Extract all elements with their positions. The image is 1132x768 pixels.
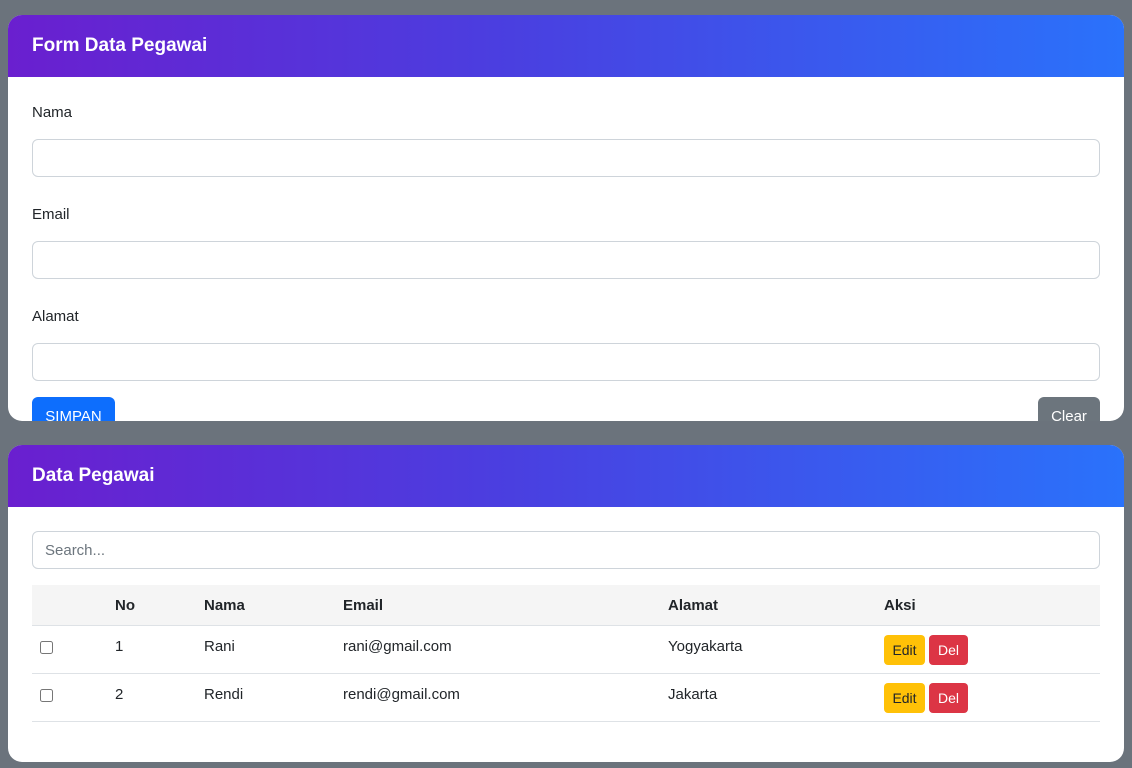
edit-button[interactable]: Edit — [884, 682, 925, 713]
alamat-input[interactable] — [32, 343, 1100, 381]
delete-button[interactable]: Del — [929, 634, 968, 665]
alamat-cell: Yogyakarta — [660, 625, 876, 674]
actions-cell: Edit Del — [876, 625, 1100, 674]
table-row: 2 Rendi rendi@gmail.com Jakarta Edit Del — [32, 673, 1100, 722]
form-card-body: Nama Email Alamat SIMPAN Clear — [8, 103, 1124, 421]
nama-value: Rani — [204, 638, 235, 655]
no-cell: 1 — [107, 625, 196, 674]
alamat-value: Jakarta — [668, 686, 718, 703]
alamat-label: Alamat — [32, 308, 79, 325]
delete-button[interactable]: Del — [929, 682, 968, 713]
edit-button[interactable]: Edit — [884, 634, 925, 665]
row-checkbox[interactable] — [40, 640, 53, 654]
list-card-title: Data Pegawai — [8, 445, 1124, 507]
clear-button[interactable]: Clear — [1038, 397, 1100, 421]
employee-list-card: Data Pegawai No Nama Email Alamat Aksi 1… — [8, 445, 1124, 762]
column-header-alamat: Alamat — [660, 585, 876, 626]
column-header-aksi: Aksi — [876, 585, 1100, 626]
email-cell: rani@gmail.com — [335, 625, 660, 674]
table-header-row: No Nama Email Alamat Aksi — [32, 585, 1100, 626]
no-value: 2 — [115, 686, 124, 703]
alamat-cell: Jakarta — [660, 673, 876, 722]
email-value: rendi@gmail.com — [343, 686, 460, 703]
nama-cell: Rani — [196, 625, 335, 674]
nama-label: Nama — [32, 104, 73, 121]
nama-input[interactable] — [32, 139, 1100, 177]
row-checkbox[interactable] — [40, 688, 53, 702]
save-button[interactable]: SIMPAN — [32, 397, 115, 421]
nama-value: Rendi — [204, 686, 244, 703]
employee-form-card: Form Data Pegawai Nama Email Alamat SIMP… — [8, 15, 1124, 421]
list-card-body: No Nama Email Alamat Aksi 1 Rani rani@gm… — [8, 531, 1124, 722]
form-actions: SIMPAN Clear — [32, 397, 1100, 421]
email-cell: rendi@gmail.com — [335, 673, 660, 722]
column-header-no: No — [107, 585, 196, 626]
alamat-value: Yogyakarta — [668, 638, 743, 655]
row-select-cell — [32, 625, 107, 674]
email-label: Email — [32, 206, 70, 223]
form-card-title: Form Data Pegawai — [8, 15, 1124, 77]
email-value: rani@gmail.com — [343, 638, 452, 655]
search-input[interactable] — [32, 531, 1100, 569]
row-select-cell — [32, 673, 107, 722]
employee-table: No Nama Email Alamat Aksi 1 Rani rani@gm… — [32, 585, 1100, 722]
nama-cell: Rendi — [196, 673, 335, 722]
no-value: 1 — [115, 638, 124, 655]
email-input[interactable] — [32, 241, 1100, 279]
column-header-nama: Nama — [196, 585, 335, 626]
actions-cell: Edit Del — [876, 673, 1100, 722]
column-header-email: Email — [335, 585, 660, 626]
column-header-select — [32, 585, 107, 626]
table-row: 1 Rani rani@gmail.com Yogyakarta Edit Del — [32, 625, 1100, 674]
no-cell: 2 — [107, 673, 196, 722]
